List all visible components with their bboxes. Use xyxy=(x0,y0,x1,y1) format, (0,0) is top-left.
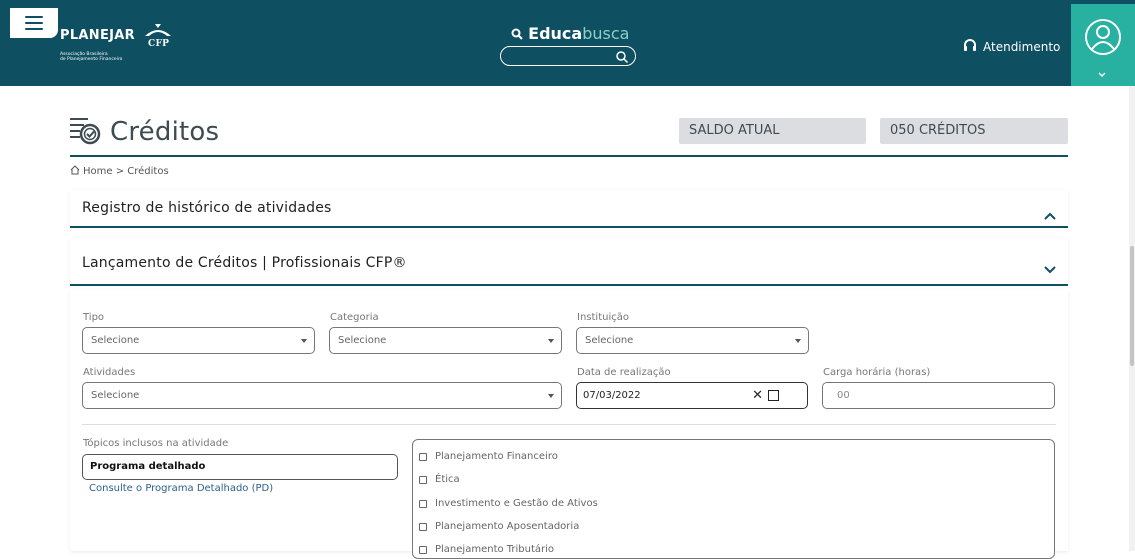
clear-date-icon[interactable]: ✕ xyxy=(752,383,763,408)
atividades-label: Atividades xyxy=(83,367,136,378)
hamburger-menu-icon[interactable] xyxy=(10,8,58,38)
programa-detalhado-label: Programa detalhado xyxy=(90,461,206,472)
credits-list-icon xyxy=(68,114,102,150)
data-label: Data de realização xyxy=(577,367,671,378)
checkbox[interactable] xyxy=(419,499,427,508)
educabusca: Educabusca xyxy=(500,24,640,66)
topic-item[interactable]: Planejamento Financeiro xyxy=(419,451,558,462)
atendimento-link[interactable]: Atendimento xyxy=(963,38,1060,55)
topic-label: Planejamento Aposentadoria xyxy=(435,521,580,532)
carga-label: Carga horária (horas) xyxy=(823,367,931,378)
tipo-select-value: Selecione xyxy=(91,335,140,346)
planejar-logo[interactable]: PLANEJAR CFP Associação Brasileira de Pl… xyxy=(60,22,175,62)
scrollbar-thumb[interactable] xyxy=(1130,246,1134,366)
accordion-historico[interactable]: Registro de histórico de atividades xyxy=(70,190,1068,226)
carga-placeholder: 00 xyxy=(837,390,850,401)
calendar-icon[interactable] xyxy=(768,390,779,401)
top-header: PLANEJAR CFP Associação Brasileira de Pl… xyxy=(0,0,1135,86)
data-value: 07/03/2022 xyxy=(583,390,641,401)
page-title-text: Créditos xyxy=(110,117,220,147)
caret-down-icon xyxy=(548,339,554,343)
logo-sub-line2: de Planejamento Financeiro xyxy=(60,57,123,62)
instituicao-label: Instituição xyxy=(577,312,629,323)
form-divider xyxy=(82,424,1056,425)
atividades-select-value: Selecione xyxy=(91,390,140,401)
cfp-logo-icon: CFP xyxy=(141,22,175,48)
user-menu-button[interactable] xyxy=(1071,4,1135,86)
saldo-value-box: 050 CRÉDITOS xyxy=(880,118,1068,144)
tipo-label: Tipo xyxy=(83,312,105,323)
topic-label: Planejamento Tributário xyxy=(435,544,555,555)
programa-detalhado-field[interactable]: Programa detalhado xyxy=(82,454,398,480)
home-icon[interactable] xyxy=(70,165,80,178)
svg-text:CFP: CFP xyxy=(148,39,169,48)
instituicao-select-value: Selecione xyxy=(585,335,634,346)
tipo-select[interactable]: Selecione xyxy=(82,327,315,354)
consulte-pd-link[interactable]: Consulte o Programa Detalhado (PD) xyxy=(89,483,273,494)
educabusca-search-input[interactable] xyxy=(500,46,636,66)
breadcrumb-text[interactable]: Home > Créditos xyxy=(83,166,169,177)
breadcrumb[interactable]: Home > Créditos xyxy=(70,165,169,178)
search-icon[interactable] xyxy=(615,49,629,64)
accordion-lancamento-underline xyxy=(70,284,1068,286)
accordion-lancamento[interactable]: Lançamento de Créditos | Profissionais C… xyxy=(70,238,1068,284)
chevron-up-icon[interactable] xyxy=(1044,205,1056,220)
accordion-historico-underline xyxy=(70,226,1068,228)
categoria-select[interactable]: Selecione xyxy=(329,327,562,354)
caret-down-icon xyxy=(795,339,801,343)
topic-label: Ética xyxy=(435,474,460,485)
topics-list: Planejamento Financeiro Ética Investimen… xyxy=(412,439,1055,559)
topic-item[interactable]: Investimento e Gestão de Ativos xyxy=(419,498,598,509)
atividades-select[interactable]: Selecione xyxy=(82,382,562,409)
categoria-label: Categoria xyxy=(330,312,379,323)
topic-label: Planejamento Financeiro xyxy=(435,451,558,462)
topic-label: Investimento e Gestão de Ativos xyxy=(435,498,598,509)
categoria-select-value: Selecione xyxy=(338,335,387,346)
chevron-down-icon xyxy=(1097,64,1107,78)
title-divider xyxy=(70,155,1068,157)
topic-item[interactable]: Planejamento Tributário xyxy=(419,544,554,555)
logo-brand-text: PLANEJAR xyxy=(60,27,135,43)
accordion-historico-title: Registro de histórico de atividades xyxy=(82,200,332,216)
caret-down-icon xyxy=(301,339,307,343)
atendimento-label: Atendimento xyxy=(983,39,1061,54)
instituicao-select[interactable]: Selecione xyxy=(576,327,809,354)
accordion-lancamento-title: Lançamento de Créditos | Profissionais C… xyxy=(82,255,407,271)
checkbox[interactable] xyxy=(419,545,427,554)
checkbox[interactable] xyxy=(419,475,427,484)
educabusca-search-icon xyxy=(511,24,529,43)
topic-item[interactable]: Planejamento Aposentadoria xyxy=(419,521,579,532)
busca-text: busca xyxy=(582,24,630,43)
topicos-label: Tópicos inclusos na atividade xyxy=(83,438,229,449)
topic-item[interactable]: Ética xyxy=(419,474,460,485)
checkbox[interactable] xyxy=(419,522,427,531)
caret-down-icon xyxy=(548,394,554,398)
carga-horaria-input[interactable]: 00 xyxy=(822,382,1055,409)
educa-text: Educa xyxy=(528,24,583,43)
saldo-label-box: SALDO ATUAL xyxy=(679,118,866,144)
chevron-down-icon[interactable] xyxy=(1044,259,1056,274)
page-scrollbar[interactable] xyxy=(1129,86,1135,551)
page-title: Créditos xyxy=(68,114,219,150)
user-circle-icon xyxy=(1084,18,1122,56)
data-input[interactable]: 07/03/2022 ✕ xyxy=(576,382,808,409)
headset-icon xyxy=(963,38,977,55)
checkbox[interactable] xyxy=(419,452,427,461)
